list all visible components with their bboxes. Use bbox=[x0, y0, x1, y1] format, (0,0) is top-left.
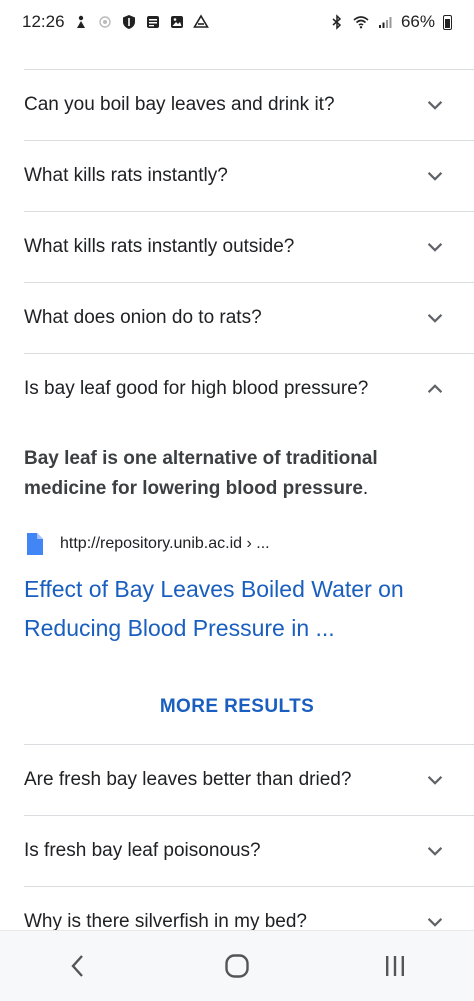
question-item-expanded[interactable]: Is bay leaf good for high blood pressure… bbox=[0, 354, 474, 424]
question-item[interactable]: What kills rats instantly? bbox=[0, 141, 474, 211]
chevron-up-icon bbox=[424, 378, 446, 400]
back-button[interactable] bbox=[49, 936, 109, 996]
battery-percentage: 66% bbox=[400, 12, 435, 31]
source-row[interactable]: http://repository.unib.ac.id › ... bbox=[24, 532, 450, 556]
expanded-answer: Bay leaf is one alternative of tradition… bbox=[0, 444, 474, 718]
question-item[interactable]: Is fresh bay leaf poisonous? bbox=[0, 816, 474, 886]
drive-icon bbox=[192, 14, 209, 30]
status-bar-right: 66% bbox=[329, 12, 452, 32]
question-text: What kills rats instantly outside? bbox=[24, 236, 295, 257]
source-title-link[interactable]: Effect of Bay Leaves Boiled Water on Red… bbox=[24, 570, 450, 648]
shield-icon bbox=[121, 14, 137, 30]
recent-apps-button[interactable] bbox=[365, 936, 425, 996]
document-icon bbox=[24, 532, 46, 556]
question-text: Is bay leaf good for high blood pressure… bbox=[24, 378, 369, 399]
chevron-down-icon bbox=[424, 307, 446, 329]
answer-tail: . bbox=[362, 478, 369, 499]
question-item[interactable]: Are fresh bay leaves better than dried? bbox=[0, 745, 474, 815]
signal-icon bbox=[377, 14, 393, 30]
gallery-icon bbox=[169, 14, 185, 30]
question-item[interactable]: What does onion do to rats? bbox=[0, 283, 474, 353]
question-text: What does onion do to rats? bbox=[24, 307, 262, 328]
chevron-down-icon bbox=[424, 236, 446, 258]
question-text: Is fresh bay leaf poisonous? bbox=[24, 840, 261, 861]
source-url: http://repository.unib.ac.id › ... bbox=[60, 535, 270, 552]
question-item[interactable]: What kills rats instantly outside? bbox=[0, 212, 474, 282]
status-bar-left: 12:26 bbox=[22, 12, 209, 32]
bluetooth-icon bbox=[329, 14, 345, 30]
chevron-down-icon bbox=[424, 165, 446, 187]
navigation-bar bbox=[0, 930, 474, 1001]
answer-text: Bay leaf is one alternative of tradition… bbox=[24, 444, 450, 504]
question-text: What kills rats instantly? bbox=[24, 165, 228, 186]
clock: 12:26 bbox=[22, 12, 65, 31]
more-results-button[interactable]: MORE RESULTS bbox=[24, 696, 450, 718]
circle-icon bbox=[97, 14, 113, 30]
question-text: Are fresh bay leaves better than dried? bbox=[24, 769, 352, 790]
status-bar: 12:26 66% bbox=[0, 0, 474, 44]
chevron-down-icon bbox=[424, 769, 446, 791]
notification-icon bbox=[73, 14, 89, 30]
home-icon bbox=[225, 954, 249, 978]
chevron-down-icon bbox=[424, 94, 446, 116]
chevron-down-icon bbox=[424, 840, 446, 862]
answer-bold: Bay leaf is one alternative of tradition… bbox=[24, 448, 378, 499]
home-button[interactable] bbox=[207, 936, 267, 996]
recent-apps-icon bbox=[386, 956, 404, 976]
question-text: Can you boil bay leaves and drink it? bbox=[24, 94, 335, 115]
related-questions: Can you boil bay leaves and drink it? Wh… bbox=[0, 69, 474, 957]
back-icon bbox=[71, 955, 83, 977]
battery-icon bbox=[443, 14, 452, 30]
wifi-icon bbox=[353, 14, 369, 30]
news-icon bbox=[145, 14, 161, 30]
question-item[interactable]: Can you boil bay leaves and drink it? bbox=[0, 70, 474, 140]
